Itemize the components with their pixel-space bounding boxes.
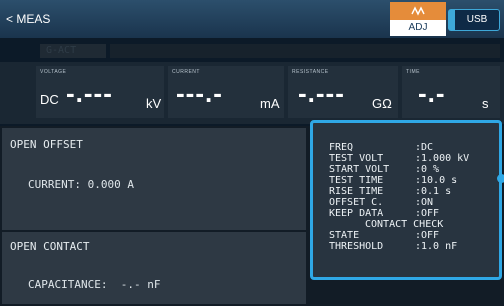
setting-row: KEEP DATA :OFF	[329, 208, 497, 219]
setting-key: FREQ	[329, 142, 354, 153]
settings-list: FREQ :DC TEST VOLT :1.000 kV START VOLT :0 …	[329, 142, 497, 252]
current-box: CURRENT ---.- mA	[168, 66, 284, 118]
setting-row: TEST TIME :10.0 s	[329, 175, 497, 186]
open-offset-title: OPEN OFFSET	[10, 138, 83, 151]
open-contact-title: OPEN CONTACT	[10, 240, 90, 253]
voltage-prefix: DC	[40, 92, 59, 107]
setting-key: TEST TIME	[329, 175, 384, 186]
open-contact-panel[interactable]: OPEN CONTACT CAPACITANCE: -.- nF	[2, 232, 306, 304]
adj-label: ADJ	[390, 20, 446, 36]
time-value: -.-	[418, 78, 446, 108]
open-contact-capacitance: CAPACITANCE: -.- nF	[28, 278, 161, 291]
open-offset-current: CURRENT: 0.000 A	[28, 178, 134, 191]
current-unit: mA	[260, 96, 280, 111]
setting-key: THRESHOLD	[329, 241, 384, 252]
usb-button[interactable]: USB	[454, 9, 500, 31]
setting-key: CONTACT CHECK	[365, 219, 444, 230]
current-label: CURRENT	[172, 69, 200, 75]
setting-value: :10.0 s	[415, 175, 458, 186]
setting-key: TEST VOLT	[329, 153, 384, 164]
time-unit: s	[482, 96, 489, 111]
voltage-label: VOLTAGE	[40, 69, 67, 75]
setting-value: :OFF	[415, 208, 440, 219]
back-to-meas-button[interactable]: < MEAS	[6, 8, 50, 30]
time-box: TIME -.- s	[402, 66, 500, 118]
adj-button[interactable]: ADJ	[390, 2, 446, 36]
setting-key: KEEP DATA	[329, 208, 384, 219]
time-label: TIME	[406, 69, 420, 75]
setting-row: OFFSET C. :ON	[329, 197, 497, 208]
setting-value: :OFF	[415, 230, 440, 241]
adj-icon	[390, 2, 446, 20]
voltage-box: VOLTAGE DC -.--- kV	[36, 66, 164, 118]
status-bar	[110, 44, 500, 58]
setting-value: :DC	[415, 142, 434, 153]
resistance-value: -.---	[298, 78, 345, 108]
voltage-unit: kV	[146, 96, 162, 111]
setting-key: RISE TIME	[329, 186, 384, 197]
voltage-value: -.---	[66, 78, 113, 108]
setting-key: START VOLT	[329, 164, 390, 175]
contact-check-heading: CONTACT CHECK	[329, 219, 497, 230]
setting-row: START VOLT :0 %	[329, 164, 497, 175]
setting-value: :1.0 nF	[415, 241, 458, 252]
setting-row: THRESHOLD :1.0 nF	[329, 241, 497, 252]
status-tag: G-ACT	[40, 44, 106, 58]
setting-key: STATE	[329, 230, 360, 241]
waveform-icon	[411, 6, 425, 16]
setting-row: TEST VOLT :1.000 kV	[329, 153, 497, 164]
resistance-box: RESISTANCE -.--- GΩ	[288, 66, 398, 118]
settings-panel[interactable]: FREQ :DC TEST VOLT :1.000 kV START VOLT :0 …	[310, 120, 502, 280]
resistance-unit: GΩ	[372, 96, 392, 111]
setting-row: RISE TIME :0.1 s	[329, 186, 497, 197]
current-value: ---.-	[176, 78, 223, 108]
setting-row: FREQ :DC	[329, 142, 497, 153]
setting-value: :0 %	[415, 164, 440, 175]
selection-dot-icon	[497, 174, 504, 183]
setting-value: :0.1 s	[415, 186, 452, 197]
setting-row: STATE :OFF	[329, 230, 497, 241]
resistance-label: RESISTANCE	[292, 69, 329, 75]
usb-control[interactable]: USB	[448, 9, 500, 31]
setting-key: OFFSET C.	[329, 197, 384, 208]
setting-value: :1.000 kV	[415, 153, 470, 164]
open-offset-panel[interactable]: OPEN OFFSET CURRENT: 0.000 A	[2, 128, 306, 230]
setting-value: :ON	[415, 197, 434, 208]
